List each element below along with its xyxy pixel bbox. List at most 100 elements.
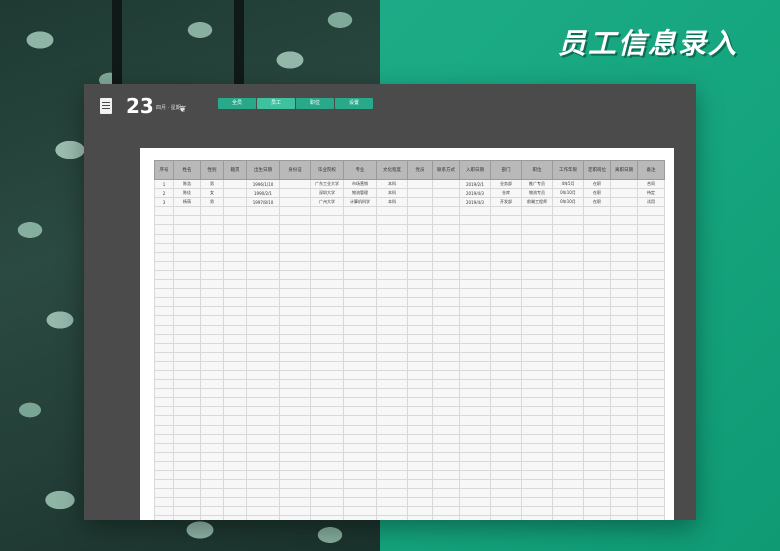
table-cell[interactable] [310, 242, 344, 253]
tab-2[interactable]: 职位 [296, 98, 334, 109]
table-cell[interactable] [200, 424, 224, 435]
table-cell[interactable] [583, 315, 611, 326]
table-cell[interactable] [279, 451, 311, 462]
table-cell[interactable] [343, 224, 377, 235]
table-cell[interactable] [637, 288, 665, 299]
table-cell[interactable]: 1996/1/10 [246, 178, 280, 190]
table-cell[interactable] [310, 206, 344, 217]
column-header[interactable]: 姓名 [173, 160, 201, 180]
table-cell[interactable] [637, 242, 665, 253]
table-cell[interactable] [173, 315, 201, 326]
table-cell[interactable] [154, 379, 174, 390]
table-cell[interactable] [154, 406, 174, 417]
table-cell[interactable] [552, 342, 584, 353]
table-cell[interactable] [173, 360, 201, 371]
table-cell[interactable]: 2019/2/1 [459, 178, 491, 190]
table-cell[interactable] [376, 460, 408, 472]
table-cell[interactable] [459, 297, 491, 308]
table-cell[interactable] [279, 497, 311, 508]
table-cell[interactable] [610, 279, 638, 290]
table-cell[interactable] [432, 224, 460, 235]
table-cell[interactable] [376, 369, 408, 381]
table-cell[interactable] [552, 388, 584, 399]
table-cell[interactable]: 试用 [637, 197, 665, 208]
table-cell[interactable] [407, 424, 433, 435]
table-cell[interactable] [459, 415, 491, 426]
table-cell[interactable] [583, 242, 611, 253]
table-cell[interactable] [521, 279, 553, 290]
table-cell[interactable] [246, 206, 280, 217]
table-cell[interactable] [154, 342, 174, 353]
table-cell[interactable] [552, 315, 584, 326]
table-cell[interactable] [459, 451, 491, 462]
table-cell[interactable] [637, 251, 665, 262]
table-cell[interactable] [610, 288, 638, 299]
table-cell[interactable]: 计算机科学 [343, 197, 377, 208]
table-cell[interactable] [310, 369, 344, 381]
table-cell[interactable] [521, 488, 553, 499]
table-cell[interactable] [376, 279, 408, 290]
table-cell[interactable] [376, 224, 408, 235]
table-cell[interactable] [376, 233, 408, 244]
table-cell[interactable] [432, 469, 460, 481]
table-cell[interactable] [310, 406, 344, 417]
table-cell[interactable] [376, 479, 408, 490]
table-cell[interactable] [583, 515, 611, 520]
table-cell[interactable] [200, 488, 224, 499]
table-cell[interactable] [154, 479, 174, 490]
table-cell[interactable] [343, 251, 377, 262]
table-cell[interactable] [223, 297, 247, 308]
table-cell[interactable] [583, 397, 611, 408]
table-cell[interactable] [552, 324, 584, 335]
table-cell[interactable] [246, 315, 280, 326]
table-cell[interactable] [583, 479, 611, 490]
table-cell[interactable] [200, 506, 224, 517]
table-cell[interactable] [343, 242, 377, 253]
table-cell[interactable] [154, 460, 174, 472]
table-cell[interactable] [637, 324, 665, 335]
table-cell[interactable] [376, 451, 408, 462]
table-cell[interactable] [173, 451, 201, 462]
table-cell[interactable] [552, 415, 584, 426]
table-cell[interactable] [407, 488, 433, 499]
table-cell[interactable] [173, 215, 201, 226]
table-cell[interactable] [552, 433, 584, 444]
table-cell[interactable] [246, 469, 280, 481]
table-cell[interactable] [279, 397, 311, 408]
table-cell[interactable] [154, 506, 174, 517]
table-cell[interactable]: 1 [154, 178, 174, 190]
table-cell[interactable] [521, 451, 553, 462]
table-cell[interactable] [521, 288, 553, 299]
table-cell[interactable] [610, 379, 638, 390]
table-cell[interactable] [490, 460, 522, 472]
table-cell[interactable] [310, 279, 344, 290]
table-cell[interactable] [637, 488, 665, 499]
table-cell[interactable] [407, 315, 433, 326]
table-cell[interactable] [610, 397, 638, 408]
table-cell[interactable] [432, 451, 460, 462]
table-cell[interactable] [154, 251, 174, 262]
table-cell[interactable] [521, 433, 553, 444]
table-cell[interactable] [376, 397, 408, 408]
table-cell[interactable] [279, 442, 311, 453]
table-cell[interactable] [173, 406, 201, 417]
table-cell[interactable] [459, 215, 491, 226]
table-cell[interactable] [279, 197, 311, 208]
table-cell[interactable] [521, 469, 553, 481]
table-cell[interactable] [583, 460, 611, 472]
table-cell[interactable] [432, 324, 460, 335]
table-cell[interactable] [521, 506, 553, 517]
table-cell[interactable] [246, 342, 280, 353]
table-cell[interactable] [432, 197, 460, 208]
table-cell[interactable] [610, 369, 638, 381]
table-cell[interactable] [637, 342, 665, 353]
table-cell[interactable] [583, 269, 611, 281]
table-cell[interactable] [521, 351, 553, 362]
table-cell[interactable] [223, 497, 247, 508]
table-cell[interactable] [490, 288, 522, 299]
table-cell[interactable] [246, 251, 280, 262]
table-cell[interactable]: 广东工业大学 [310, 178, 344, 190]
table-cell[interactable] [407, 433, 433, 444]
table-cell[interactable] [310, 479, 344, 490]
table-cell[interactable]: 业务部 [490, 178, 522, 190]
